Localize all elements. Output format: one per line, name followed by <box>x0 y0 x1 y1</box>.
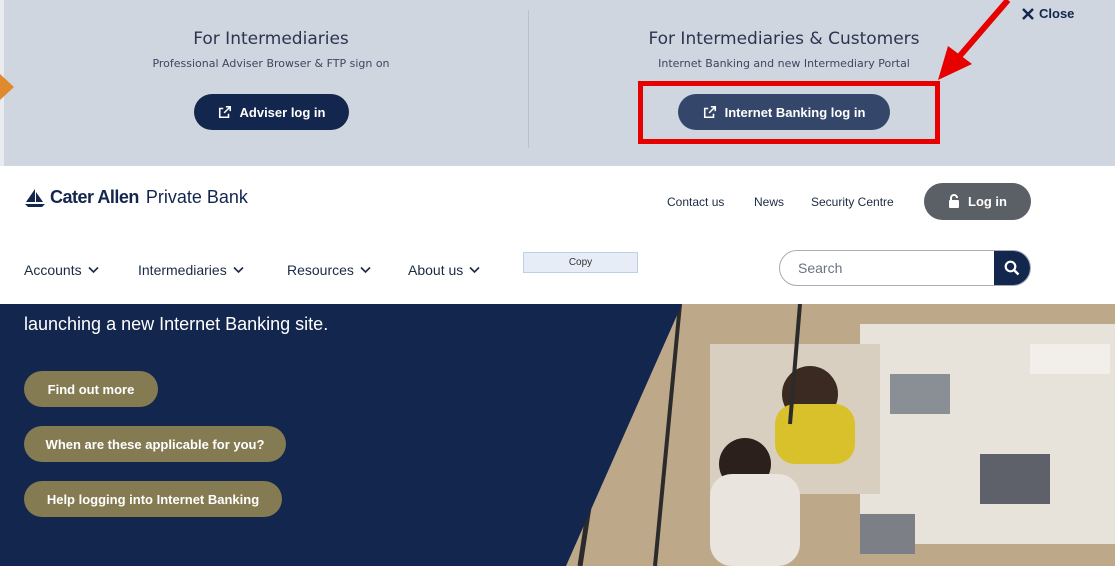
intermediaries-title: For Intermediaries <box>193 29 349 49</box>
search-box <box>779 250 1031 286</box>
nav-resources[interactable]: Resources <box>287 262 371 278</box>
site-header: Cater Allen Private Bank Contact us News… <box>0 166 1115 304</box>
nav-accounts[interactable]: Accounts <box>24 262 99 278</box>
applicable-for-you-button[interactable]: When are these applicable for you? <box>24 426 286 462</box>
close-icon <box>1022 7 1034 20</box>
intermediaries-column: For Intermediaries Professional Adviser … <box>110 28 432 71</box>
external-link-icon <box>218 105 231 119</box>
contact-us-link[interactable]: Contact us <box>667 195 724 209</box>
news-link[interactable]: News <box>754 195 784 209</box>
customers-column: For Intermediaries & Customers Internet … <box>620 28 948 71</box>
security-centre-link[interactable]: Security Centre <box>811 195 894 209</box>
search-icon <box>1004 260 1020 276</box>
search-input[interactable] <box>798 251 988 285</box>
highlight-box <box>638 81 940 144</box>
nav-about-us[interactable]: About us <box>408 262 480 278</box>
side-tab-icon <box>0 74 14 100</box>
close-button[interactable]: Close <box>1022 6 1074 21</box>
copy-button[interactable]: Copy <box>523 252 638 273</box>
adviser-login-button[interactable]: Adviser log in <box>194 94 349 130</box>
help-logging-in-button[interactable]: Help logging into Internet Banking <box>24 481 282 517</box>
customers-title: For Intermediaries & Customers <box>648 29 920 49</box>
nav-accounts-label: Accounts <box>24 262 82 278</box>
login-label: Log in <box>968 194 1007 209</box>
search-button[interactable] <box>994 251 1030 285</box>
brand-subname: Private Bank <box>145 187 248 207</box>
chevron-down-icon <box>360 266 371 274</box>
brand-name: Cater Allen <box>50 187 139 207</box>
hero-banner: launching a new Internet Banking site. F… <box>0 304 1115 566</box>
login-button[interactable]: Log in <box>924 183 1031 220</box>
chevron-down-icon <box>233 266 244 274</box>
sailboat-logo-icon <box>25 188 45 207</box>
nav-intermediaries-label: Intermediaries <box>138 262 227 278</box>
adviser-login-label: Adviser log in <box>239 104 326 120</box>
nav-intermediaries[interactable]: Intermediaries <box>138 262 244 278</box>
close-label: Close <box>1039 6 1075 21</box>
padlock-icon <box>949 194 959 208</box>
nav-resources-label: Resources <box>287 262 354 278</box>
hero-lead-text: launching a new Internet Banking site. <box>24 314 329 334</box>
chevron-down-icon <box>469 266 480 274</box>
intermediary-bar: For Intermediaries Professional Adviser … <box>0 0 1115 566</box>
customers-subtitle: Internet Banking and new Intermediary Po… <box>658 57 910 70</box>
find-out-more-button[interactable]: Find out more <box>24 371 158 407</box>
chevron-down-icon <box>88 266 99 274</box>
cater-allen-logo[interactable]: Cater Allen Private Bank <box>24 187 248 208</box>
nav-about-us-label: About us <box>408 262 464 278</box>
column-divider <box>528 10 529 148</box>
intermediaries-subtitle: Professional Adviser Browser & FTP sign … <box>152 57 390 70</box>
